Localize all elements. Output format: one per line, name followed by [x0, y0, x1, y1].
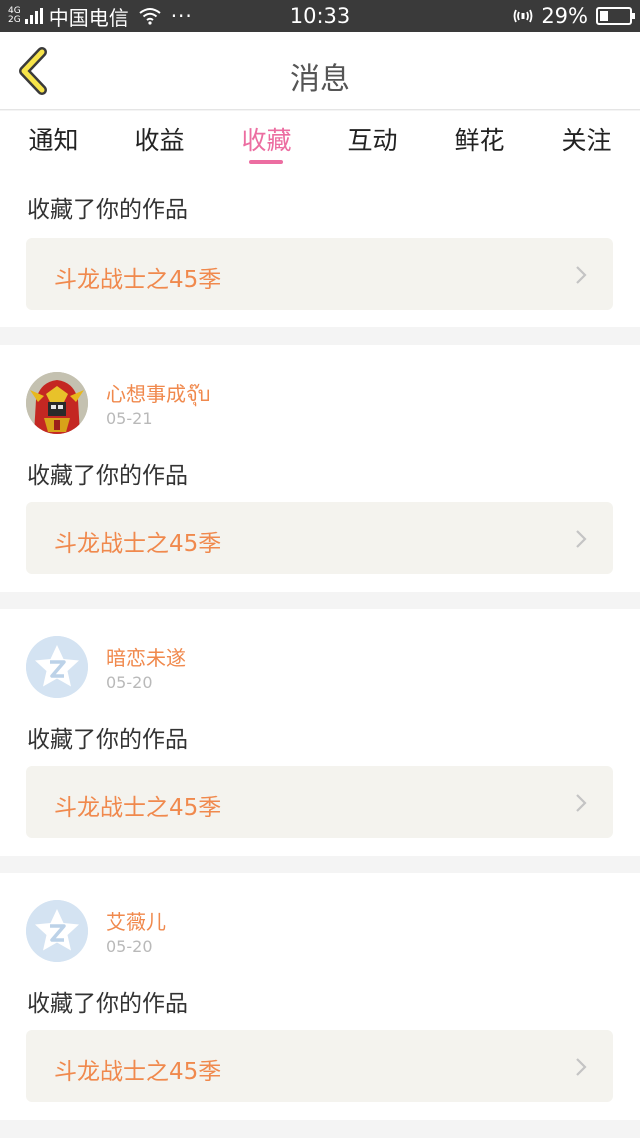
battery-percent: 29%: [541, 4, 588, 28]
default-avatar-icon: [26, 636, 88, 698]
date: 05-20: [106, 937, 153, 956]
robot-avatar-icon: [26, 372, 88, 434]
action-text: 收藏了你的作品: [27, 727, 188, 753]
battery-level: [600, 11, 608, 21]
tab-favorites[interactable]: 收藏: [213, 121, 320, 157]
work-link[interactable]: 斗龙战士之45季: [26, 1030, 613, 1102]
category-tabs: 通知 收益 收藏 互动 鲜花 关注: [0, 111, 640, 171]
chevron-right-icon: [576, 266, 587, 284]
default-avatar-icon: [26, 900, 88, 962]
work-title: 斗龙战士之45季: [54, 267, 222, 293]
tab-earnings[interactable]: 收益: [106, 121, 213, 157]
work-link[interactable]: 斗龙战士之45季: [26, 238, 613, 310]
list-item: 收藏了你的作品 斗龙战士之45季: [0, 171, 640, 327]
page-title: 消息: [290, 62, 350, 97]
username[interactable]: 艾薇儿: [106, 906, 166, 935]
user-avatar[interactable]: [26, 636, 88, 698]
tab-following[interactable]: 关注: [533, 121, 640, 157]
action-text: 收藏了你的作品: [27, 197, 188, 223]
list-item: 暗恋未遂 05-20 收藏了你的作品 斗龙战士之45季: [0, 609, 640, 856]
chevron-right-icon: [576, 1058, 587, 1076]
battery-icon: [596, 7, 635, 25]
chevron-right-icon: [576, 530, 587, 548]
action-text: 收藏了你的作品: [27, 463, 188, 489]
list-item: 心想事成จุ๊บ 05-21 收藏了你的作品 斗龙战士之45季: [0, 345, 640, 592]
date: 05-20: [106, 673, 153, 692]
list-item: 艾薇儿 05-20 收藏了你的作品 斗龙战士之45季: [0, 873, 640, 1120]
user-avatar[interactable]: [26, 900, 88, 962]
work-link[interactable]: 斗龙战士之45季: [26, 502, 613, 574]
nfc-icon: [513, 9, 533, 23]
status-bar: 4G 2G 中国电信 ··· 10:33 29%: [0, 0, 640, 32]
work-title: 斗龙战士之45季: [54, 1059, 222, 1085]
tab-interactions[interactable]: 互动: [319, 121, 426, 157]
user-avatar[interactable]: [26, 372, 88, 434]
work-title: 斗龙战士之45季: [54, 531, 222, 557]
header-bar: 消息: [0, 32, 640, 110]
tab-notifications[interactable]: 通知: [0, 121, 107, 157]
active-tab-indicator: [249, 160, 283, 164]
work-title: 斗龙战士之45季: [54, 795, 222, 821]
username[interactable]: 心想事成จุ๊บ: [106, 378, 210, 410]
work-link[interactable]: 斗龙战士之45季: [26, 766, 613, 838]
action-text: 收藏了你的作品: [27, 991, 188, 1017]
date: 05-21: [106, 409, 153, 428]
tab-flowers[interactable]: 鲜花: [426, 121, 533, 157]
username[interactable]: 暗恋未遂: [106, 642, 186, 671]
chevron-right-icon: [576, 794, 587, 812]
